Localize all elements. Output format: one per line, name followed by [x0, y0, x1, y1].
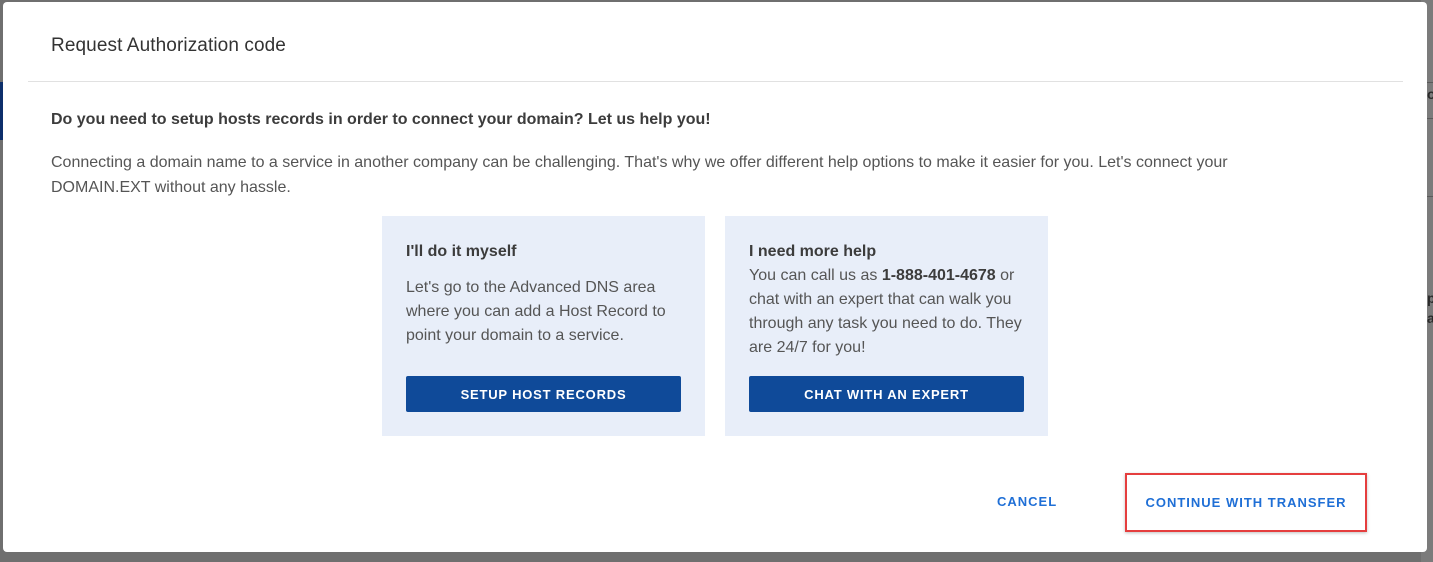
- chat-with-expert-button[interactable]: CHAT WITH AN EXPERT: [749, 376, 1024, 412]
- continue-highlight-frame: CONTINUE WITH TRANSFER: [1125, 473, 1367, 532]
- background-text-fragment: p: [1427, 290, 1433, 306]
- expert-help-card: I need more help You can call us as 1-88…: [725, 216, 1048, 436]
- setup-host-records-button[interactable]: SETUP HOST RECORDS: [406, 376, 681, 412]
- self-service-card-title: I'll do it myself: [406, 243, 517, 260]
- expert-help-card-body: You can call us as 1-888-401-4678 or cha…: [749, 264, 1034, 360]
- background-text-fragment: o: [1427, 86, 1433, 102]
- background-text-fragment: a: [1427, 310, 1433, 326]
- request-auth-code-modal: Request Authorization code Do you need t…: [3, 2, 1427, 552]
- support-phone-number: 1-888-401-4678: [881, 267, 996, 284]
- self-service-card-body: Let's go to the Advanced DNS area where …: [406, 279, 666, 344]
- continue-with-transfer-button[interactable]: CONTINUE WITH TRANSFER: [1145, 495, 1346, 510]
- self-service-card: I'll do it myself Let's go to the Advanc…: [382, 216, 705, 436]
- help-question: Do you need to setup hosts records in or…: [51, 111, 711, 128]
- cancel-button[interactable]: CANCEL: [997, 494, 1057, 509]
- expert-help-body-start: You can call us as: [749, 267, 882, 284]
- expert-help-card-title: I need more help: [749, 243, 877, 260]
- modal-divider: [28, 81, 1403, 82]
- help-intro-text: Connecting a domain name to a service in…: [51, 154, 1228, 196]
- modal-title: Request Authorization code: [51, 35, 286, 56]
